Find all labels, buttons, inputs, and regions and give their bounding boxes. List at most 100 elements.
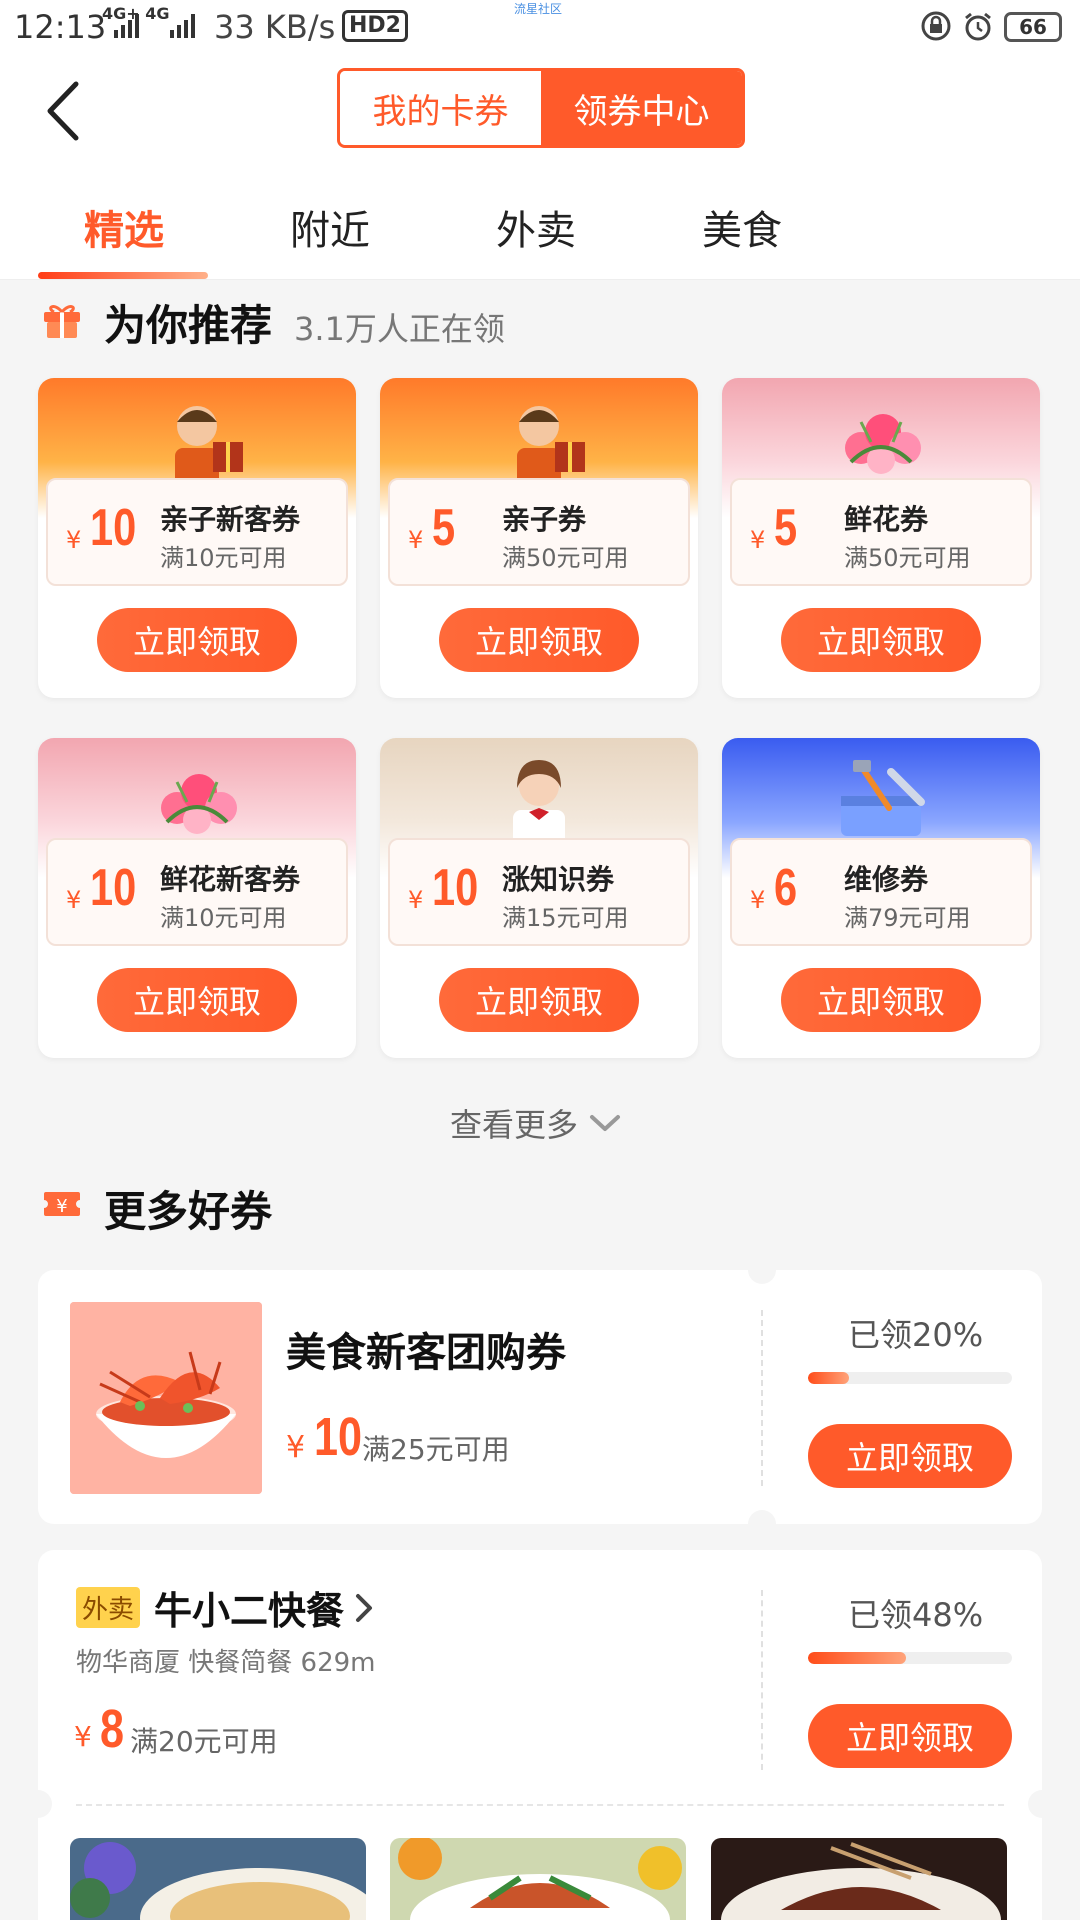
watermark: 流星社区: [514, 2, 563, 16]
signal-icon: [170, 14, 195, 38]
coupon-card[interactable]: ¥5 亲子券满50元可用立即领取: [380, 378, 698, 698]
coupon-ticket: ¥6 维修券满79元可用: [730, 838, 1032, 946]
claim-progress-bar: [808, 1372, 1012, 1384]
network-speed: 33 KB/s: [214, 8, 336, 46]
claim-button[interactable]: 立即领取: [808, 1424, 1012, 1488]
coupon-name: 涨知识券: [502, 863, 615, 896]
claim-button[interactable]: 立即领取: [97, 968, 297, 1032]
coupon-wallet-icon: ¥: [44, 1192, 80, 1217]
claim-progress-fill: [808, 1372, 849, 1384]
header: 我的卡券 领券中心: [0, 56, 1080, 166]
currency-symbol: ¥: [750, 526, 766, 554]
alarm-icon: [965, 12, 991, 41]
coupon-condition: 满50元可用: [502, 544, 629, 572]
divider: [761, 1590, 763, 1770]
currency-symbol: ¥: [408, 526, 424, 554]
svg-text:¥: ¥: [56, 1196, 67, 1217]
claim-button[interactable]: 立即领取: [781, 968, 981, 1032]
section-subtitle: 3.1万人正在领: [294, 310, 505, 348]
ticket-notch: [748, 1510, 776, 1524]
currency-symbol: ¥: [74, 1720, 92, 1753]
shop-name: 牛小二快餐: [154, 1589, 345, 1633]
flower-bouquet-icon: [845, 414, 921, 474]
chevron-right-icon: [356, 1593, 373, 1622]
coupon-ticket: ¥10 亲子新客券 满10元可用: [46, 478, 348, 586]
back-icon[interactable]: [36, 76, 96, 146]
hd-icon: HD2: [342, 10, 408, 42]
currency-symbol: ¥: [286, 1430, 306, 1465]
recommend-section-header: 为你推荐 3.1万人正在领: [104, 292, 505, 353]
see-more-label: 查看更多: [450, 1106, 579, 1144]
currency-symbol: ¥: [750, 886, 766, 914]
ticket-notch: [1028, 1790, 1042, 1818]
food-photo[interactable]: [70, 1838, 366, 1920]
coupon-name: 维修券: [844, 863, 929, 896]
coupon-condition: 满25元可用: [362, 1433, 510, 1466]
see-more-link[interactable]: 查看更多: [450, 1100, 624, 1146]
coupon-amount: 10: [90, 499, 137, 557]
coupon-title: 美食新客团购券: [286, 1330, 566, 1376]
shrimp-dish-image: [70, 1302, 262, 1494]
toolbox-icon: [841, 760, 925, 836]
signal-icon: [114, 14, 139, 38]
coupon-condition: 满50元可用: [844, 544, 971, 572]
currency-symbol: ¥: [408, 886, 424, 914]
child-gift-icon: [175, 406, 243, 488]
coupon-condition: 满10元可用: [160, 544, 287, 572]
food-photo[interactable]: [711, 1838, 1007, 1920]
coupon-condition: 满20元可用: [130, 1725, 278, 1758]
coupon-card[interactable]: ¥5 鲜花券 满50元可用 立即领取: [722, 378, 1040, 698]
ticket-notch: [748, 1270, 776, 1284]
tab-coupon-center[interactable]: 领券中心: [541, 71, 742, 145]
shop-info: 物华商厦 快餐简餐 629m: [76, 1648, 376, 1678]
claim-button[interactable]: 立即领取: [781, 608, 981, 672]
coupon-name: 鲜花券: [844, 503, 929, 536]
active-tab-indicator: [38, 272, 208, 279]
tab-food[interactable]: 美食: [702, 198, 782, 256]
coupon-card[interactable]: ¥10 鲜花新客券 满10元可用 立即领取: [38, 738, 356, 1058]
coupon-condition: 满15元可用: [502, 904, 629, 932]
shop-header[interactable]: 外卖 牛小二快餐: [76, 1580, 376, 1635]
coupon-amount: 8: [100, 1699, 125, 1759]
coupon-card[interactable]: ¥10 亲子新客券 满10元可用立即领取: [38, 378, 356, 698]
battery-icon: 66: [1004, 12, 1062, 42]
claim-progress-fill: [808, 1652, 906, 1664]
food-photo[interactable]: [390, 1838, 686, 1920]
coupon-card[interactable]: ¥6 维修券满79元可用立即领取: [722, 738, 1040, 1058]
claim-button[interactable]: 立即领取: [439, 608, 639, 672]
child-gift-icon: [517, 406, 585, 488]
coupon-ticket: ¥10 涨知识券 满15元可用: [388, 838, 690, 946]
claimed-percentage: 已领20%: [848, 1316, 984, 1354]
tab-featured[interactable]: 精选: [84, 198, 164, 256]
coupon-name: 鲜花新客券: [160, 863, 301, 896]
lock-rotation-icon: [921, 11, 951, 41]
coupon-name: 亲子券: [502, 503, 587, 536]
status-bar: 12:13 4G+ 4G 33 KB/s HD2 流星社区 66: [0, 0, 1080, 56]
claim-button[interactable]: 立即领取: [439, 968, 639, 1032]
food-coupon-card[interactable]: 美食新客团购券 ¥ 10 满25元可用 已领20% 立即领取: [38, 1270, 1042, 1524]
divider: [76, 1804, 1004, 1806]
section-title: 为你推荐: [104, 301, 273, 350]
claimed-percentage: 已领48%: [848, 1596, 984, 1634]
coupon-ticket: ¥5 鲜花券 满50元可用: [730, 478, 1032, 586]
coupon-card[interactable]: ¥10 涨知识券 满15元可用 立即领取: [380, 738, 698, 1058]
status-time: 12:13: [14, 8, 107, 46]
coupon-condition: 满79元可用: [844, 904, 971, 932]
coupon-ticket: ¥5 亲子券满50元可用: [388, 478, 690, 586]
coupon-amount: 5: [432, 499, 456, 557]
claim-button[interactable]: 立即领取: [97, 608, 297, 672]
chevron-down-icon: [590, 1115, 621, 1131]
gift-icon: [44, 305, 80, 338]
tab-my-coupons[interactable]: 我的卡券: [340, 71, 541, 145]
claim-button[interactable]: 立即领取: [808, 1704, 1012, 1768]
tab-delivery[interactable]: 外卖: [496, 198, 576, 256]
coupon-ticket: ¥10 鲜花新客券 满10元可用: [46, 838, 348, 946]
category-tabs: 精选 附近 外卖 美食: [0, 166, 1080, 280]
coupon-amount: 6: [774, 859, 798, 917]
currency-symbol: ¥: [66, 526, 82, 554]
ticket-notch: [38, 1790, 52, 1818]
divider: [761, 1310, 763, 1486]
coupon-condition: 满10元可用: [160, 904, 287, 932]
tab-nearby[interactable]: 附近: [290, 198, 370, 256]
coupon-amount: 10: [90, 859, 137, 917]
